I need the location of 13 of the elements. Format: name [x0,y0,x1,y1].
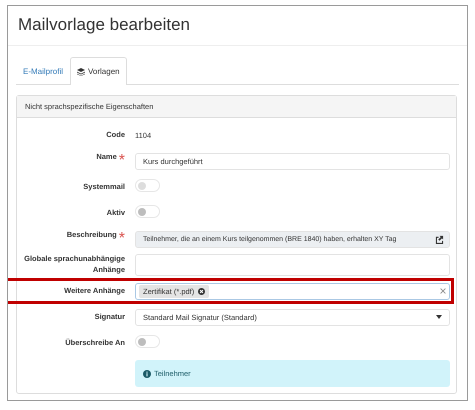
remove-icon[interactable] [198,288,206,294]
required-mark: * [118,230,125,248]
toggle-switch[interactable] [135,335,160,348]
clear-icon[interactable] [440,288,446,294]
layers-icon [77,68,86,76]
dropdown-caret-icon [436,315,442,319]
tab[interactable]: E-Mailprofil [16,57,70,85]
toggle-switch[interactable] [135,205,160,218]
required-mark: * [118,152,125,170]
tab[interactable]: Vorlagen [70,57,127,85]
text-field[interactable] [135,254,450,276]
info-icon [143,370,151,378]
page-title: Mailvorlage bearbeiten [8,6,467,46]
